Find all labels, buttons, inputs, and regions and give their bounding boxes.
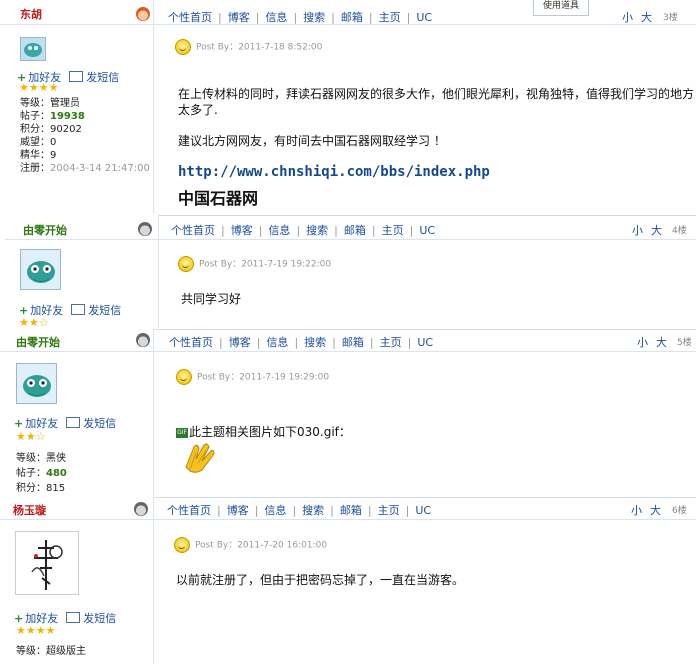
avatar[interactable] xyxy=(15,531,79,595)
nav-mail[interactable]: 邮箱 xyxy=(344,222,366,238)
nav-home[interactable]: 主页 xyxy=(380,334,402,350)
font-small-button[interactable]: 小 xyxy=(622,9,633,25)
smiley-icon xyxy=(178,256,194,272)
send-message-link[interactable]: 发短信 xyxy=(83,417,116,430)
nav-info[interactable]: 信息 xyxy=(266,334,288,350)
post-time: Post By：2011-7-19 19:22:00 xyxy=(178,256,331,272)
smiley-icon xyxy=(176,369,192,385)
font-large-button[interactable]: 大 xyxy=(656,334,667,350)
avatar[interactable] xyxy=(20,37,46,61)
attachment-caption: GIF 此主题相关图片如下030.gif： xyxy=(176,425,351,439)
user-head-icon xyxy=(136,7,150,21)
mail-icon xyxy=(69,71,84,82)
mail-icon xyxy=(71,304,86,315)
send-message-link[interactable]: 发短信 xyxy=(86,71,119,84)
nav-blog[interactable]: 博客 xyxy=(229,334,251,350)
smiley-icon xyxy=(174,537,190,553)
add-friend-link[interactable]: + 加好友 xyxy=(14,417,58,430)
font-large-button[interactable]: 大 xyxy=(651,222,662,238)
nav-search[interactable]: 搜索 xyxy=(302,502,324,518)
post-nav: 个性首页 | 博客 | 信息 | 搜索 | 邮箱 | 主页 | UC xyxy=(169,334,434,350)
avatar[interactable] xyxy=(16,363,57,404)
font-large-button[interactable]: 大 xyxy=(650,502,661,518)
nav-homepage[interactable]: 个性首页 xyxy=(168,9,212,25)
nav-info[interactable]: 信息 xyxy=(264,502,286,518)
nav-blog[interactable]: 博客 xyxy=(231,222,253,238)
site-name: 中国石器网 xyxy=(178,189,259,208)
post-text-line2: 太多了. xyxy=(178,103,218,117)
rank-stars: ★★☆ xyxy=(16,430,46,443)
floor-number: 5楼 xyxy=(677,338,692,348)
font-large-button[interactable]: 大 xyxy=(641,9,652,25)
user-stats: 等级：管理员 帖子：19938 积分：90202 威望：0 精华：9 注册：20… xyxy=(20,98,150,174)
avatar[interactable] xyxy=(20,249,61,290)
nav-home[interactable]: 主页 xyxy=(382,222,404,238)
user-stats: 等级：黑侠 帖子：480 积分：815 xyxy=(16,453,67,494)
nav-search[interactable]: 搜索 xyxy=(306,222,328,238)
post-floor-5: 由零开始 个性首页 | 博客 | 信息 | 搜索 | 邮箱 | 主页 | UC 小 大 5楼 + 加好友 发… xyxy=(0,329,696,496)
user-head-icon xyxy=(136,333,150,347)
post-nav: 个性首页 | 博客 | 信息 | 搜索 | 邮箱 | 主页 | UC xyxy=(171,222,436,238)
font-small-button[interactable]: 小 xyxy=(637,334,648,350)
smiley-icon xyxy=(175,39,191,55)
font-small-button[interactable]: 小 xyxy=(632,222,643,238)
floor-number: 4楼 xyxy=(672,226,687,236)
post-text: 以前就注册了，但由于把密码忘掉了，一直在当游客。 xyxy=(176,573,465,587)
use-tool-button[interactable]: 使用道具 xyxy=(533,0,589,16)
nav-homepage[interactable]: 个性首页 xyxy=(171,222,215,238)
nav-blog[interactable]: 博客 xyxy=(227,502,249,518)
nav-info[interactable]: 信息 xyxy=(265,9,287,25)
rank-stars: ★★★★ xyxy=(19,81,59,94)
username[interactable]: 由零开始 xyxy=(16,334,60,350)
nav-uc[interactable]: UC xyxy=(417,336,433,349)
nav-search[interactable]: 搜索 xyxy=(304,334,326,350)
post-time: Post By：2011-7-19 19:29:00 xyxy=(176,369,329,385)
nav-uc[interactable]: UC xyxy=(415,504,431,517)
floor-number: 6楼 xyxy=(672,506,687,516)
post-text: 共同学习好 xyxy=(181,292,242,306)
rank-stars: ★★☆ xyxy=(19,316,49,328)
post-time: Post By：2011-7-18 8:52:00 xyxy=(175,39,322,55)
nav-blog[interactable]: 博客 xyxy=(228,9,250,25)
nav-homepage[interactable]: 个性首页 xyxy=(169,334,213,350)
nav-mail[interactable]: 邮箱 xyxy=(340,502,362,518)
rank-stars: ★★★★ xyxy=(16,624,56,637)
username[interactable]: 东胡 xyxy=(20,6,42,22)
nav-home[interactable]: 主页 xyxy=(378,502,400,518)
post-time: Post By：2011-7-20 16:01:00 xyxy=(174,537,327,553)
nav-info[interactable]: 信息 xyxy=(268,222,290,238)
site-link[interactable]: http://www.chnshiqi.com/bbs/index.php xyxy=(178,164,490,180)
send-message-link[interactable]: 发短信 xyxy=(88,304,121,317)
post-text-line1: 在上传材料的同时，拜读石器网网友的很多大作，他们眼光犀利，视角独特，值得我们学习… xyxy=(178,87,695,101)
post-floor-4: 由零开始 个性首页 | 博客 | 信息 | 搜索 | 邮箱 | 主页 | UC 小 大 4楼 + 加好友发… xyxy=(5,215,696,328)
user-head-icon xyxy=(138,222,152,236)
clapping-hands-image xyxy=(180,439,220,475)
mail-icon xyxy=(66,417,81,428)
nav-home[interactable]: 主页 xyxy=(379,9,401,25)
send-message-link[interactable]: 发短信 xyxy=(83,612,116,625)
nav-mail[interactable]: 邮箱 xyxy=(341,9,363,25)
nav-homepage[interactable]: 个性首页 xyxy=(167,502,211,518)
nav-uc[interactable]: UC xyxy=(416,11,432,24)
gif-icon: GIF xyxy=(176,427,188,438)
nav-uc[interactable]: UC xyxy=(419,224,435,237)
nav-mail[interactable]: 邮箱 xyxy=(342,334,364,350)
floor-number: 3楼 xyxy=(663,13,678,23)
font-small-button[interactable]: 小 xyxy=(631,502,642,518)
post-text-line3: 建议北方网网友，有时间去中国石器网取经学习 ！ xyxy=(178,134,446,148)
user-head-icon xyxy=(134,502,148,516)
nav-search[interactable]: 搜索 xyxy=(303,9,325,25)
mail-icon xyxy=(66,612,81,623)
post-floor-6: 杨玉璇 个性首页 | 博客 | 信息 | 搜索 | 邮箱 | 主页 | UC 小 大 6楼 + 加好友 发短… xyxy=(0,497,696,664)
username[interactable]: 由零开始 xyxy=(23,222,67,238)
username[interactable]: 杨玉璇 xyxy=(13,502,46,518)
user-actions: + 加好友 发短信 xyxy=(14,415,116,431)
post-nav: 个性首页 | 博客 | 信息 | 搜索 | 邮箱 | 主页 | UC xyxy=(167,502,432,518)
post-floor-3: 东胡 个性首页 | 博客 | 信息 | 搜索 | 邮箱 | 主页 | UC 使用道具 小 大 3楼 + 加… xyxy=(0,0,696,213)
post-nav: 个性首页 | 博客 | 信息 | 搜索 | 邮箱 | 主页 | UC xyxy=(168,9,433,25)
user-stats: 等级：超级版主 xyxy=(16,646,86,657)
